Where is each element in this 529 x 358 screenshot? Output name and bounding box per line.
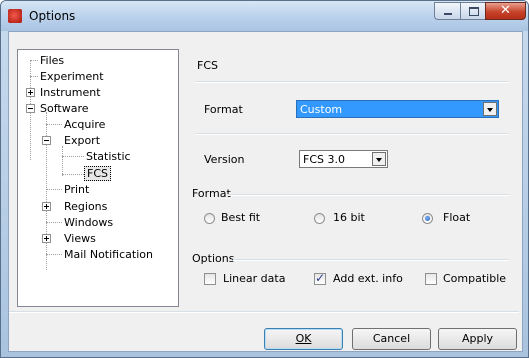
options-window: Options ✕ Files Experiment Instrument So… [0, 0, 529, 358]
separator [227, 194, 509, 196]
tree-item-statistic[interactable]: Statistic [86, 150, 131, 163]
tree-item-export[interactable]: Export [64, 134, 100, 147]
tree-item-experiment[interactable]: Experiment [40, 70, 104, 83]
tree-line [30, 60, 38, 61]
radio-float-label[interactable]: Float [443, 211, 470, 224]
tree-line [62, 174, 84, 175]
checkbox-add-ext-info[interactable]: ✓ [314, 271, 326, 285]
tree-item-acquire[interactable]: Acquire [64, 118, 105, 131]
radio-best-fit[interactable] [204, 213, 215, 224]
expand-icon[interactable] [42, 202, 51, 211]
tree-line [62, 156, 84, 157]
options-group-label: Options [192, 252, 235, 265]
tree-item-regions[interactable]: Regions [64, 200, 107, 213]
options-tree[interactable]: Files Experiment Instrument Software Acq… [17, 49, 179, 307]
radio-best-fit-label[interactable]: Best fit [221, 211, 260, 224]
tree-line [46, 189, 62, 190]
tree-item-mail-notification[interactable]: Mail Notification [64, 248, 153, 261]
cancel-button[interactable]: Cancel [352, 328, 431, 350]
format-label: Format [204, 103, 243, 116]
radio-16-bit-label[interactable]: 16 bit [333, 211, 365, 224]
format-dropdown[interactable]: Custom [296, 100, 499, 118]
apply-button-label: Apply [461, 332, 494, 345]
checkbox-linear-data-label[interactable]: Linear data [223, 272, 285, 285]
tree-line [46, 254, 62, 255]
checkbox-compatible-label[interactable]: Compatible [443, 272, 506, 285]
checkbox-add-ext-info-label[interactable]: Add ext. info [333, 272, 403, 285]
close-button[interactable]: ✕ [485, 2, 526, 20]
checkbox-compatible[interactable] [425, 273, 437, 285]
expand-icon[interactable] [42, 234, 51, 243]
tree-item-files[interactable]: Files [40, 54, 64, 67]
version-label: Version [204, 153, 245, 166]
maximize-button[interactable] [460, 2, 486, 20]
separator [233, 259, 509, 261]
radio-16-bit[interactable] [314, 213, 325, 224]
expand-icon[interactable] [26, 88, 35, 97]
close-icon: ✕ [500, 3, 511, 18]
tree-line [46, 124, 62, 125]
separator [195, 81, 509, 83]
tree-item-print[interactable]: Print [64, 183, 89, 196]
version-dropdown[interactable]: FCS 3.0 [299, 150, 388, 168]
minimize-button[interactable] [434, 2, 461, 20]
tree-line [30, 76, 38, 77]
app-icon [8, 9, 22, 23]
format-value: Custom [300, 103, 343, 116]
ok-button[interactable]: OK [264, 328, 343, 350]
format-group-label: Format [192, 187, 231, 200]
collapse-icon[interactable] [26, 104, 35, 113]
separator [9, 311, 519, 313]
apply-button[interactable]: Apply [438, 328, 517, 350]
checkmark-icon: ✓ [315, 271, 326, 285]
tree-item-software[interactable]: Software [40, 102, 89, 115]
window-title: Options [29, 9, 76, 23]
collapse-icon[interactable] [42, 136, 51, 145]
checkbox-linear-data[interactable] [204, 273, 216, 285]
title-bar[interactable]: Options ✕ [1, 1, 528, 31]
panel-heading: FCS [197, 59, 218, 72]
ok-button-label: OK [295, 332, 312, 345]
chevron-down-icon[interactable] [372, 152, 386, 166]
chevron-down-icon[interactable] [483, 102, 497, 116]
tree-item-views[interactable]: Views [64, 232, 96, 245]
tree-item-fcs[interactable]: FCS [84, 166, 111, 181]
tree-item-instrument[interactable]: Instrument [40, 86, 101, 99]
tree-line [46, 222, 62, 223]
separator [195, 133, 509, 135]
version-value: FCS 3.0 [303, 153, 345, 166]
tree-item-windows[interactable]: Windows [64, 216, 113, 229]
radio-float[interactable] [422, 213, 433, 224]
tree-line [62, 146, 63, 176]
cancel-button-label: Cancel [372, 332, 411, 345]
